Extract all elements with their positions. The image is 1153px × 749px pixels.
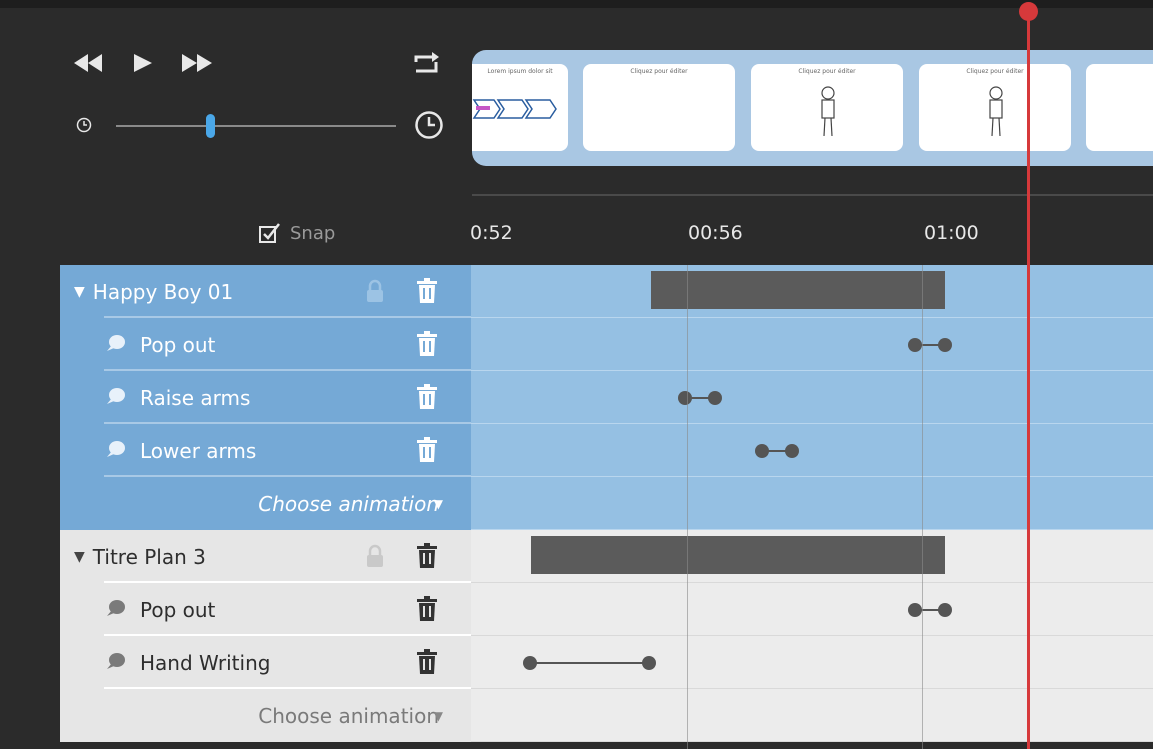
ruler-tick-label: 0:52 — [470, 222, 513, 244]
playhead[interactable] — [1027, 12, 1030, 749]
animation-bubble-icon — [104, 440, 126, 462]
lock-icon[interactable] — [365, 279, 385, 307]
timeline-gridline — [922, 265, 923, 749]
keyframe-end[interactable] — [938, 603, 952, 617]
keyframe-start[interactable] — [908, 603, 922, 617]
animation-row[interactable]: Lower arms — [60, 424, 471, 477]
layer-row-happy-boy[interactable]: ▼ Happy Boy 01 — [60, 265, 471, 318]
choose-animation-label: Choose animation — [258, 703, 439, 728]
layer-duration-bar[interactable] — [651, 271, 945, 309]
keyframe-end[interactable] — [938, 338, 952, 352]
animation-label: Hand Writing — [140, 650, 271, 675]
checkbox-checked-icon[interactable] — [258, 222, 282, 244]
transport-controls — [72, 52, 214, 74]
layer-name: Happy Boy 01 — [92, 279, 234, 304]
scene-title: Cliquez pour éditer — [630, 68, 688, 75]
timeline-row[interactable] — [471, 424, 1153, 477]
strip-divider — [472, 194, 1153, 196]
keyframe-end[interactable] — [785, 444, 799, 458]
animation-bubble-icon — [104, 652, 126, 674]
timeline-gridline — [687, 265, 688, 749]
timeline-row[interactable] — [471, 530, 1153, 583]
animation-label: Pop out — [140, 332, 216, 357]
dropdown-arrow-icon[interactable]: ▼ — [434, 497, 443, 511]
dropdown-arrow-icon[interactable]: ▼ — [434, 709, 443, 723]
lock-icon[interactable] — [365, 544, 385, 572]
clock-large-icon — [414, 110, 444, 144]
timeline-area[interactable] — [471, 265, 1153, 742]
ruler-tick-label: 01:00 — [924, 222, 979, 244]
scene-thumbnail[interactable] — [1086, 64, 1153, 151]
timeline-row[interactable] — [471, 689, 1153, 742]
rewind-icon[interactable] — [72, 52, 104, 74]
scene-title: Cliquez pour éditer — [798, 68, 856, 75]
animation-bubble-icon — [104, 599, 126, 621]
timeline-row[interactable] — [471, 318, 1153, 371]
keyframe-connector — [531, 662, 649, 664]
layers-panel: ▼ Happy Boy 01 Pop out Raise arms Lower … — [60, 265, 471, 742]
layer-name: Titre Plan 3 — [92, 544, 206, 569]
timeline-row[interactable] — [471, 477, 1153, 530]
choose-animation-label: Choose animation — [258, 491, 439, 516]
scene-thumbnail[interactable]: Cliquez pour éditer — [919, 64, 1071, 151]
timeline-row[interactable] — [471, 371, 1153, 424]
animation-row[interactable]: Hand Writing — [60, 636, 471, 689]
timeline-row[interactable] — [471, 636, 1153, 689]
keyframe-end[interactable] — [708, 391, 722, 405]
timeline-row[interactable] — [471, 265, 1153, 318]
scene-title: Lorem ipsum dolor sit — [487, 68, 553, 75]
snap-toggle[interactable]: Snap — [258, 222, 335, 244]
ruler-tick-label: 00:56 — [688, 222, 743, 244]
animation-row[interactable]: Pop out — [60, 318, 471, 371]
collapse-triangle-icon[interactable]: ▼ — [74, 549, 85, 565]
layer-duration-bar[interactable] — [531, 536, 945, 574]
animation-bubble-icon — [104, 387, 126, 409]
trash-icon[interactable] — [416, 437, 438, 467]
animation-label: Pop out — [140, 597, 216, 622]
timeline-row[interactable] — [471, 583, 1153, 636]
character-figure-icon — [989, 86, 1003, 137]
animation-label: Lower arms — [140, 438, 257, 463]
zoom-slider[interactable] — [76, 110, 450, 140]
zoom-slider-track[interactable] — [116, 125, 396, 127]
trash-icon[interactable] — [416, 384, 438, 414]
keyframe-end[interactable] — [642, 656, 656, 670]
trash-icon[interactable] — [416, 331, 438, 361]
play-icon[interactable] — [130, 52, 154, 74]
zoom-slider-thumb[interactable] — [206, 114, 215, 138]
scene-thumbnail[interactable]: Lorem ipsum dolor sit — [472, 64, 568, 151]
animation-row[interactable]: Pop out — [60, 583, 471, 636]
keyframe-start[interactable] — [678, 391, 692, 405]
scene-thumbnail[interactable]: Cliquez pour éditer — [583, 64, 735, 151]
trash-icon[interactable] — [416, 596, 438, 626]
keyframe-start[interactable] — [908, 338, 922, 352]
trash-icon[interactable] — [416, 543, 438, 573]
choose-animation-dropdown[interactable]: Choose animation ▼ — [60, 689, 471, 742]
loop-icon[interactable] — [412, 52, 440, 76]
snap-label: Snap — [290, 222, 336, 244]
fast-forward-icon[interactable] — [180, 52, 214, 74]
animation-label: Raise arms — [140, 385, 251, 410]
choose-animation-dropdown[interactable]: Choose animation ▼ — [60, 477, 471, 530]
trash-icon[interactable] — [416, 649, 438, 679]
trash-icon[interactable] — [416, 278, 438, 308]
top-bar — [0, 0, 1153, 8]
scene-thumbnail[interactable]: Cliquez pour éditer — [751, 64, 903, 151]
scene-strip[interactable]: Lorem ipsum dolor sit Cliquez pour édite… — [472, 50, 1153, 166]
keyframe-start[interactable] — [755, 444, 769, 458]
character-figure-icon — [821, 86, 835, 137]
keyframe-start[interactable] — [523, 656, 537, 670]
layer-row-titre-plan-3[interactable]: ▼ Titre Plan 3 — [60, 530, 471, 583]
clock-small-icon — [76, 117, 92, 137]
playhead-handle[interactable] — [1019, 2, 1038, 21]
animation-row[interactable]: Raise arms — [60, 371, 471, 424]
scene-title: Cliquez pour éditer — [966, 68, 1024, 75]
collapse-triangle-icon[interactable]: ▼ — [74, 284, 85, 300]
animation-bubble-icon — [104, 334, 126, 356]
